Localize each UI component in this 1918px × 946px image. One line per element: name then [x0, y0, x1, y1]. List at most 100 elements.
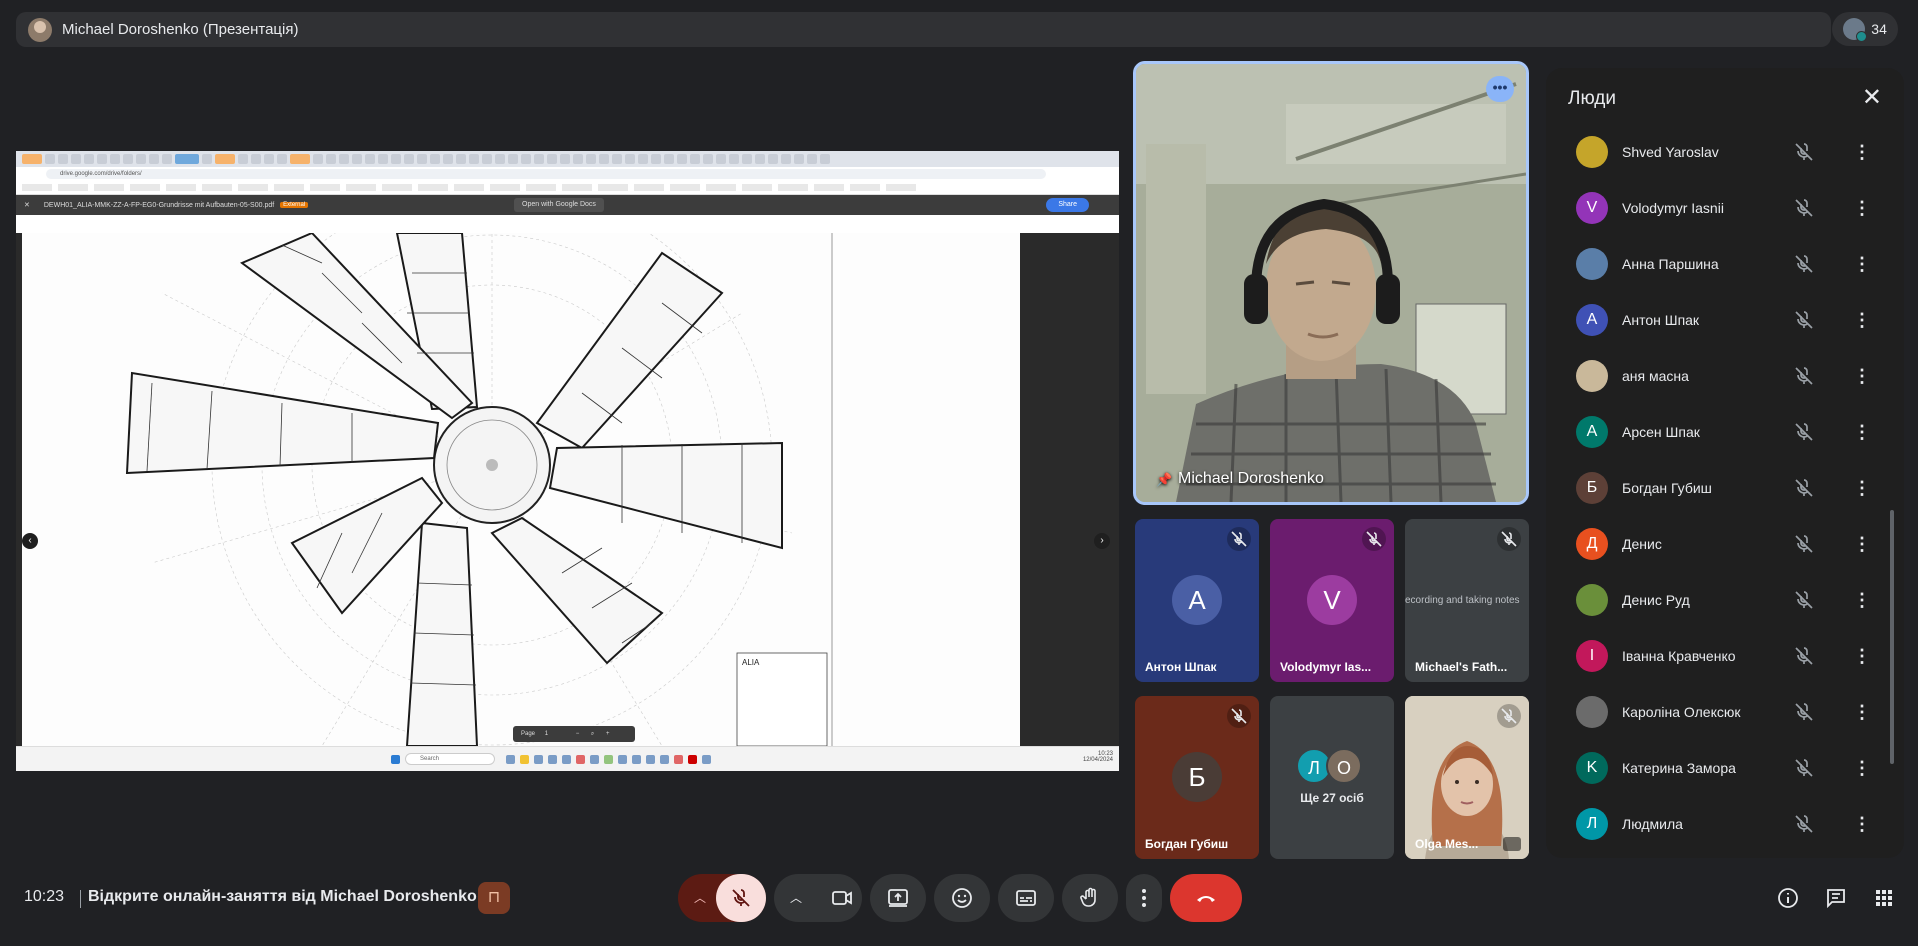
member-more-icon[interactable]: ⋮: [1850, 474, 1874, 502]
people-list-item[interactable]: K Катерина Замора ⋮: [1546, 740, 1904, 796]
people-list-item[interactable]: A Арсен Шпак ⋮: [1546, 404, 1904, 460]
member-more-icon[interactable]: ⋮: [1850, 698, 1874, 726]
people-panel-title: Люди: [1568, 88, 1617, 109]
camera-toggle-button[interactable]: [830, 886, 854, 915]
participant-tile[interactable]: ecording and taking notes Michael's Fath…: [1405, 519, 1529, 682]
people-list-item[interactable]: Д Денис ⋮: [1546, 516, 1904, 572]
people-list-item[interactable]: I Іванна Кравченко ⋮: [1546, 628, 1904, 684]
participant-avatar: О: [1326, 748, 1362, 784]
speaker-name: Michael Doroshenko: [1178, 470, 1324, 487]
member-avatar: Л: [1576, 808, 1608, 840]
mic-off-icon[interactable]: [1792, 308, 1816, 332]
raise-hand-button[interactable]: [1062, 874, 1118, 922]
presenter-bar[interactable]: Michael Doroshenko (Презентація): [16, 12, 1831, 47]
windows-taskbar: Search 10:23 12/04/2024: [16, 746, 1119, 771]
member-more-icon[interactable]: ⋮: [1850, 754, 1874, 782]
reactions-button[interactable]: [934, 874, 990, 922]
people-list-item[interactable]: V Volodymyr Iasnii ⋮: [1546, 180, 1904, 236]
member-avatar: K: [1576, 752, 1608, 784]
member-avatar: [1576, 136, 1608, 168]
participant-tile[interactable]: V Volodymyr Ias...: [1270, 519, 1394, 682]
pin-icon: 📌: [1156, 472, 1173, 487]
present-screen-button[interactable]: [870, 874, 926, 922]
captions-button[interactable]: [998, 874, 1054, 922]
close-panel-button[interactable]: ✕: [1862, 86, 1882, 110]
mic-off-icon[interactable]: [1792, 532, 1816, 556]
mic-off-icon: [1227, 704, 1251, 728]
member-avatar: A: [1576, 304, 1608, 336]
member-more-icon[interactable]: ⋮: [1850, 810, 1874, 838]
audio-options-chevron-icon[interactable]: ︿: [688, 886, 712, 910]
people-list-scrollbar[interactable]: [1890, 510, 1894, 764]
member-more-icon[interactable]: ⋮: [1850, 586, 1874, 614]
more-options-button[interactable]: [1126, 874, 1162, 922]
mic-off-icon[interactable]: [1792, 812, 1816, 836]
people-list-item[interactable]: Анна Паршина ⋮: [1546, 236, 1904, 292]
external-tag: External: [280, 202, 309, 208]
mic-off-icon[interactable]: [1792, 140, 1816, 164]
mic-off-icon[interactable]: [1792, 420, 1816, 444]
speaker-tile[interactable]: ••• 📌 Michael Doroshenko: [1133, 61, 1529, 505]
more-participants-label: Ще 27 осіб: [1300, 791, 1364, 805]
people-list-item[interactable]: аня масна ⋮: [1546, 348, 1904, 404]
member-more-icon[interactable]: ⋮: [1850, 250, 1874, 278]
mic-off-icon[interactable]: [1792, 196, 1816, 220]
floor-plan-drawing: ALIA: [22, 233, 1020, 746]
mic-off-icon[interactable]: [1792, 644, 1816, 668]
chat-icon[interactable]: [1824, 886, 1848, 910]
mic-off-icon[interactable]: [1792, 364, 1816, 388]
title-block-label: ALIA: [742, 658, 760, 667]
mic-toggle-button[interactable]: [716, 874, 766, 922]
participants-count-button[interactable]: 34: [1832, 12, 1898, 46]
member-more-icon[interactable]: ⋮: [1850, 530, 1874, 558]
people-list-item[interactable]: Б Богдан Губиш ⋮: [1546, 460, 1904, 516]
speaker-video: [1136, 64, 1526, 502]
member-avatar: V: [1576, 192, 1608, 224]
participant-tile[interactable]: Olga Mes...: [1405, 696, 1529, 859]
zoom-in-icon: +: [605, 731, 610, 737]
meeting-info-icon[interactable]: [1776, 886, 1800, 910]
people-list-item[interactable]: Денис Руд ⋮: [1546, 572, 1904, 628]
video-options-chevron-icon[interactable]: ︿: [784, 886, 808, 910]
member-avatar: [1576, 360, 1608, 392]
participant-name: Olga Mes...: [1415, 837, 1479, 851]
hand-icon: [1080, 887, 1096, 907]
people-list-item[interactable]: Кароліна Олексюк ⋮: [1546, 684, 1904, 740]
hang-up-icon: [1197, 896, 1215, 902]
open-with-docs-button: Open with Google Docs: [514, 198, 604, 212]
bottom-control-bar: 10:23 Відкрите онлайн-заняття від Michae…: [0, 870, 1918, 926]
mic-off-icon[interactable]: [1792, 252, 1816, 276]
people-panel: Люди ✕ Shved Yaroslav ⋮ V Volodymyr Iasnii ⋮…: [1546, 68, 1904, 858]
member-more-icon[interactable]: ⋮: [1850, 642, 1874, 670]
pdf-filename: DEWH01_ALIA-MMK-ZZ-A-FP-EG0-Grundrisse m…: [43, 201, 275, 209]
activities-grid-icon[interactable]: [1872, 886, 1896, 910]
participants-avatar-icon: [1843, 18, 1868, 42]
participants-count: 34: [1871, 21, 1887, 37]
mic-off-icon[interactable]: [1792, 756, 1816, 780]
member-more-icon[interactable]: ⋮: [1850, 138, 1874, 166]
taskbar-clock: 10:23 12/04/2024: [1082, 751, 1113, 763]
mic-off-icon[interactable]: [1792, 588, 1816, 612]
mic-off-icon: [1497, 527, 1521, 551]
mic-off-icon: [1497, 704, 1521, 728]
participant-tile[interactable]: Б Богдан Губиш: [1135, 696, 1259, 859]
member-more-icon[interactable]: ⋮: [1850, 362, 1874, 390]
participant-tile[interactable]: A Антон Шпак: [1135, 519, 1259, 682]
picture-in-picture-icon[interactable]: [1503, 837, 1521, 851]
member-more-icon[interactable]: ⋮: [1850, 306, 1874, 334]
member-more-icon[interactable]: ⋮: [1850, 194, 1874, 222]
host-controls-icon[interactable]: ⊓: [478, 882, 510, 914]
more-participants-tile[interactable]: Л О Ще 27 осіб: [1270, 696, 1394, 859]
people-list-item[interactable]: Shved Yaroslav ⋮: [1546, 124, 1904, 180]
speaker-more-button[interactable]: •••: [1486, 76, 1514, 102]
people-list-item[interactable]: Л Людмила ⋮: [1546, 796, 1904, 850]
mic-off-icon[interactable]: [1792, 476, 1816, 500]
mic-off-icon[interactable]: [1792, 700, 1816, 724]
leave-call-button[interactable]: [1170, 874, 1242, 922]
participant-name: Volodymyr Ias...: [1280, 660, 1372, 674]
member-more-icon[interactable]: ⋮: [1850, 418, 1874, 446]
pdf-viewer: ALIA ‹ ›: [16, 233, 1119, 746]
people-list-item[interactable]: A Антон Шпак ⋮: [1546, 292, 1904, 348]
share-button: Share: [1046, 198, 1089, 212]
captions-icon: [1016, 890, 1036, 906]
